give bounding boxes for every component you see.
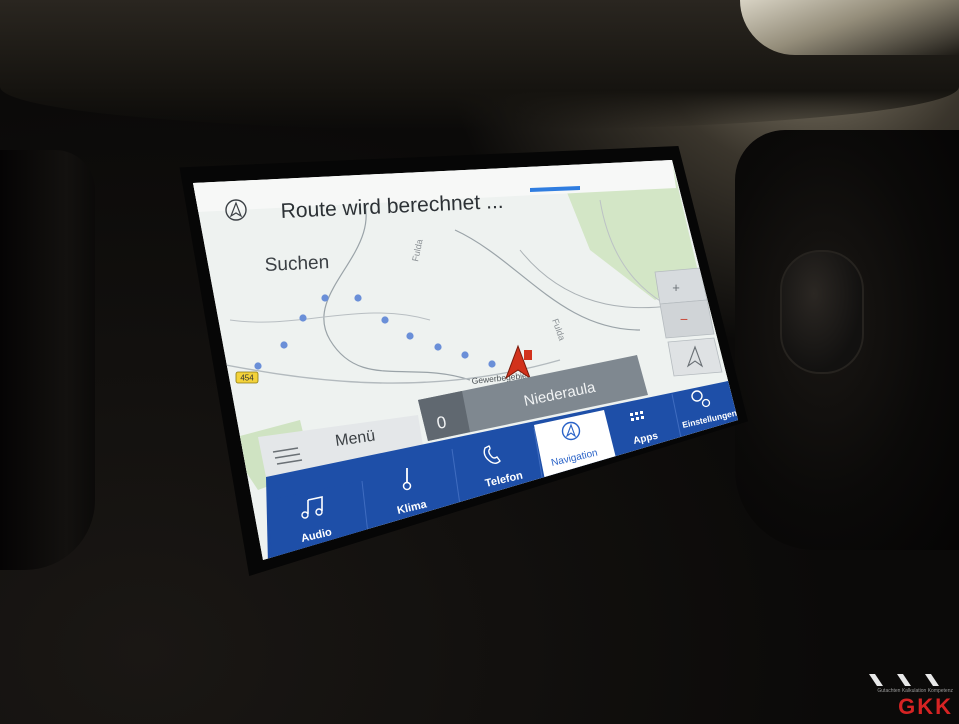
dashboard-knob (780, 250, 864, 374)
road-number-label: 454 (240, 374, 254, 383)
photo-scene: 454 Fulda Fulda Gewerbegebiet Route wird… (0, 0, 959, 724)
zoom-in-icon: + (672, 280, 680, 295)
zoom-out-icon: − (680, 311, 688, 327)
watermark-letters: GKK (898, 694, 953, 719)
search-button[interactable]: Suchen (264, 252, 329, 276)
compass-button[interactable] (667, 337, 723, 377)
zoom-in-button[interactable] (654, 267, 708, 305)
left-air-vent (0, 150, 95, 570)
watermark-stripes-icon (869, 674, 939, 686)
windshield-light (740, 0, 959, 55)
watermark-logo: Gutachten Kalkulation Kompetenz GKK (859, 672, 955, 719)
